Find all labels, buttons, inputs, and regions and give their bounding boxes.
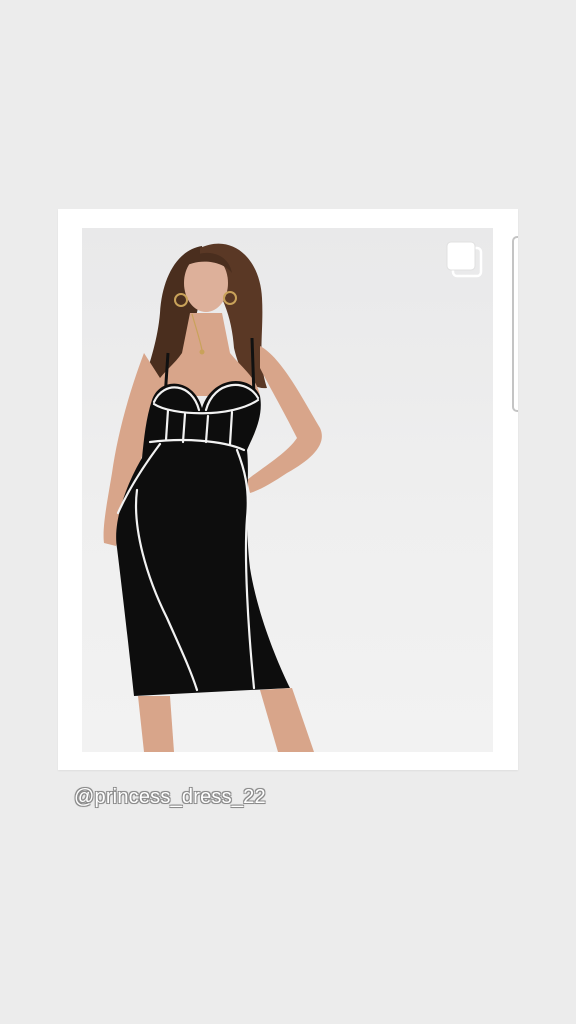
username-label[interactable]: @princess_dress_22 (74, 786, 266, 809)
multiple-images-icon (445, 240, 483, 278)
screen: @princess_dress_22 (0, 0, 576, 1024)
model-in-black-midi-dress-image (103, 243, 322, 752)
scroll-indicator[interactable] (512, 236, 518, 412)
post-photo[interactable] (82, 228, 493, 752)
post-card[interactable] (58, 209, 518, 770)
